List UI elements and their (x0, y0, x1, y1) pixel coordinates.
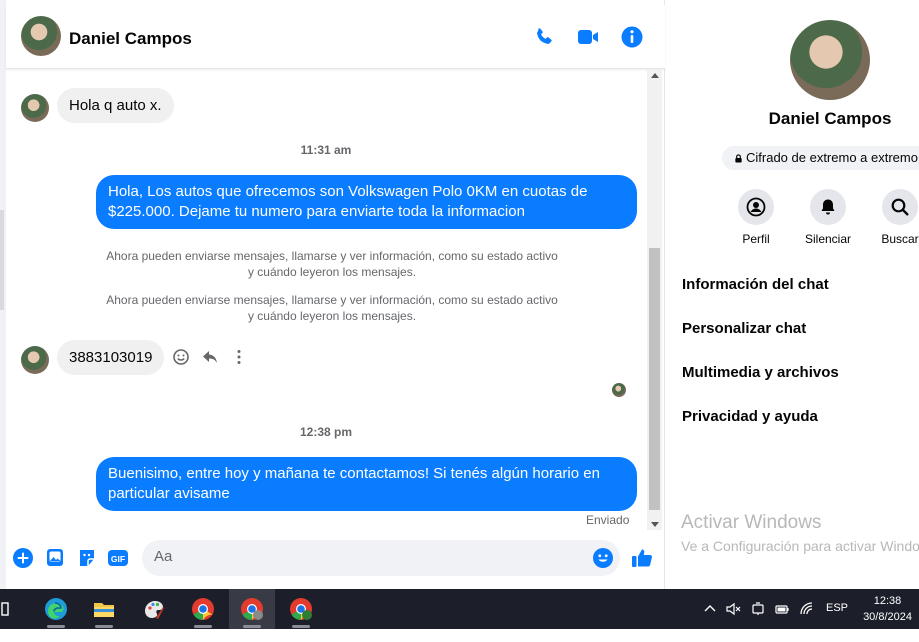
messenger-window: Daniel Campos Hola q auto x. 11:31 am Ho… (0, 0, 919, 589)
like-icon[interactable] (630, 546, 654, 570)
message-input-box (142, 540, 620, 576)
language-indicator[interactable]: ESP (826, 602, 848, 642)
system-message: Ahora pueden enviarse mensajes, llamarse… (106, 293, 558, 323)
menu-customize-chat[interactable]: Personalizar chat (682, 320, 806, 337)
message-actions (172, 348, 248, 366)
profile-name: Daniel Campos (768, 109, 892, 128)
encryption-label: Cifrado de extremo a extremo (746, 150, 918, 165)
clock-time: 12:38 (873, 595, 902, 607)
profile-icon (746, 197, 766, 217)
incoming-message[interactable]: Hola q auto x. (57, 88, 174, 123)
profile-action-label: Perfil (742, 232, 770, 246)
phone-icon[interactable] (532, 25, 556, 49)
taskbar-chrome-2[interactable] (229, 589, 275, 629)
chrome-icon (192, 598, 214, 620)
sender-avatar[interactable] (21, 94, 49, 122)
lock-icon (735, 154, 742, 163)
volume-muted-icon[interactable] (725, 601, 741, 617)
mute-action[interactable]: Silenciar (798, 189, 858, 246)
gif-icon[interactable]: GIF (107, 547, 129, 569)
scrollbar[interactable] (647, 70, 662, 530)
composer: GIF (6, 532, 665, 588)
menu-media-files[interactable]: Multimedia y archivos (682, 364, 839, 381)
taskbar-explorer[interactable] (81, 589, 127, 629)
timestamp: 11:31 am (300, 143, 352, 157)
outgoing-message[interactable]: Buenisimo, entre hoy y mañana te contact… (96, 457, 637, 511)
mute-action-label: Silenciar (804, 232, 852, 246)
emoji-icon[interactable] (592, 547, 614, 569)
clock[interactable]: 12:38 30/8/2024 (863, 593, 912, 625)
info-icon[interactable] (620, 25, 644, 49)
encryption-badge[interactable]: Cifrado de extremo a extremo (722, 146, 919, 170)
plus-icon[interactable] (12, 547, 34, 569)
device-icon[interactable] (750, 601, 766, 617)
chevron-up-icon[interactable] (703, 602, 717, 616)
scroll-down-icon[interactable] (651, 522, 659, 527)
system-message: Ahora pueden enviarse mensajes, llamarse… (106, 249, 558, 279)
outgoing-message[interactable]: Hola, Los autos que ofrecemos son Volksw… (96, 175, 637, 229)
wifi-icon[interactable] (799, 601, 815, 617)
react-emoji-icon[interactable] (172, 348, 190, 366)
sender-avatar[interactable] (21, 346, 49, 374)
battery-icon[interactable] (774, 601, 790, 617)
clock-date: 30/8/2024 (863, 611, 912, 623)
contact-name[interactable]: Daniel Campos (69, 29, 192, 49)
bell-icon (821, 199, 835, 215)
folder-icon (94, 603, 114, 617)
chrome-profile-icon (290, 598, 312, 620)
message-input[interactable] (154, 548, 574, 565)
paint-icon (145, 601, 164, 619)
task-view-icon[interactable] (0, 602, 12, 616)
profile-action[interactable]: Perfil (726, 189, 786, 246)
search-action-label: Buscar (881, 232, 919, 246)
svg-text:GIF: GIF (111, 554, 125, 564)
more-icon[interactable] (230, 348, 248, 366)
incoming-message[interactable]: 3883103019 (57, 340, 165, 375)
activation-watermark-text: Ve a Configuración para activar Windows. (681, 538, 919, 554)
activation-watermark-title: Activar Windows (681, 512, 822, 533)
profile-avatar[interactable] (790, 20, 870, 100)
info-panel: Daniel Campos Cifrado de extremo a extre… (666, 0, 919, 589)
chat-header: Daniel Campos (6, 5, 665, 69)
seen-avatar (612, 383, 626, 397)
chrome-profile-icon (241, 598, 263, 620)
taskbar-chrome-1[interactable] (180, 589, 226, 629)
video-icon[interactable] (576, 25, 600, 49)
menu-privacy-help[interactable]: Privacidad y ayuda (682, 408, 818, 425)
edge-icon (45, 598, 67, 620)
sticker-icon[interactable] (76, 547, 98, 569)
scrollbar-thumb[interactable] (649, 248, 660, 510)
taskbar-paint[interactable] (131, 589, 177, 629)
sent-status: Enviado (586, 513, 630, 527)
message-list[interactable]: Hola q auto x. 11:31 am Hola, Los autos … (6, 70, 646, 532)
menu-chat-info[interactable]: Información del chat (682, 276, 829, 293)
contact-avatar[interactable] (21, 16, 61, 56)
gallery-icon[interactable] (44, 547, 66, 569)
timestamp: 12:38 pm (299, 425, 353, 439)
search-action[interactable]: Buscar (870, 189, 919, 246)
taskbar-edge[interactable] (33, 589, 79, 629)
taskbar-chrome-3[interactable] (278, 589, 324, 629)
reply-icon[interactable] (201, 348, 219, 366)
search-icon (891, 198, 909, 216)
taskbar: ESP 12:38 30/8/2024 (0, 589, 919, 629)
scroll-up-icon[interactable] (651, 73, 659, 78)
chat-panel: Daniel Campos Hola q auto x. 11:31 am Ho… (6, 0, 665, 589)
